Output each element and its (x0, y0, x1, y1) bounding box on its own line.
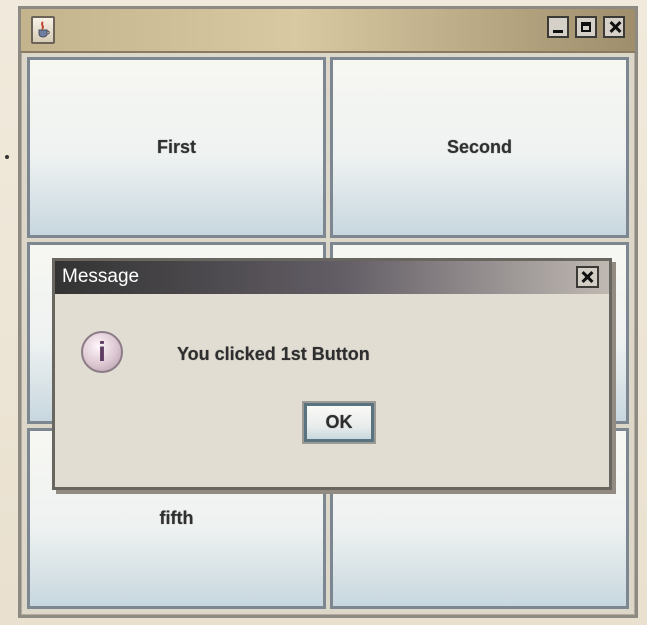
second-button[interactable]: Second (330, 57, 629, 239)
close-button[interactable] (603, 16, 625, 38)
screenshot-page: First Second fifth Message i You clicked… (0, 0, 647, 625)
dialog-close-button[interactable] (576, 266, 599, 288)
minimize-button[interactable] (547, 16, 569, 38)
info-icon: i (81, 331, 123, 373)
dialog-title: Message (62, 266, 140, 287)
dialog-message: You clicked 1st Button (177, 344, 370, 364)
window-controls (547, 16, 625, 38)
maximize-button[interactable] (575, 16, 597, 38)
message-dialog: Message i You clicked 1st Button OK (52, 258, 612, 490)
java-icon[interactable] (31, 16, 55, 44)
java-icon-graphic (38, 21, 50, 38)
main-titlebar[interactable] (21, 9, 635, 53)
first-button[interactable]: First (27, 57, 326, 239)
page-dot-marker (5, 155, 9, 159)
dialog-titlebar[interactable]: Message (55, 261, 609, 294)
ok-button[interactable]: OK (304, 403, 374, 442)
